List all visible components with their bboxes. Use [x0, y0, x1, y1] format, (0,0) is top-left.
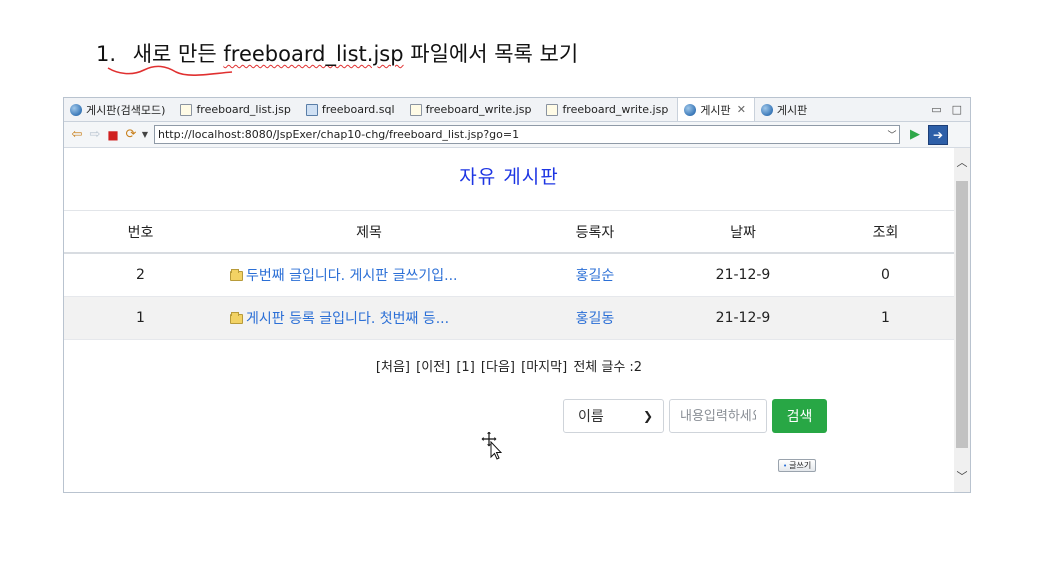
chevron-down-icon: ❯: [642, 409, 653, 423]
maximize-icon[interactable]: □: [952, 103, 962, 116]
tab-board-active[interactable]: 게시판 ✕: [677, 98, 755, 121]
write-post-button[interactable]: • 글쓰기: [778, 459, 817, 472]
table-header-row: 번호 제목 등록자 날짜 조회: [64, 211, 954, 254]
close-tab-icon[interactable]: ✕: [737, 103, 746, 116]
jsp-file-icon: [180, 103, 193, 116]
globe-icon: [70, 103, 82, 116]
url-text: http://localhost:8080/JspExer/chap10-chg…: [158, 128, 520, 141]
sql-file-icon: [305, 103, 318, 116]
url-field[interactable]: http://localhost:8080/JspExer/chap10-chg…: [154, 125, 900, 144]
tab-freeboard-write-jsp[interactable]: freeboard_write.jsp: [404, 98, 541, 121]
jsp-file-icon: [409, 103, 422, 116]
table-row: 2 두번째 글입니다. 게시판 글쓰기입... 홍길순 21-12-9 0: [64, 253, 954, 297]
refresh-icon[interactable]: ⟳: [122, 126, 140, 144]
scroll-down-icon[interactable]: ﹀: [954, 468, 970, 486]
pager-next[interactable]: [다음]: [481, 360, 515, 375]
tab-freeboard-write-jsp-2[interactable]: freeboard_write.jsp: [540, 98, 677, 121]
tab-label: freeboard_write.jsp: [562, 103, 669, 116]
go-play-icon[interactable]: ▶: [906, 127, 924, 142]
folder-icon: [230, 311, 243, 324]
post-number: 1: [64, 296, 217, 340]
tab-label: freeboard_list.jsp: [196, 103, 291, 116]
tab-label: 게시판: [700, 103, 731, 117]
editor-tab-bar: 게시판(검색모드) freeboard_list.jsp freeboard.s…: [64, 98, 970, 122]
heading-filename: freeboard_list.jsp: [223, 42, 404, 66]
scrollbar-thumb[interactable]: [956, 181, 968, 448]
page-title: 자유 게시판: [459, 166, 559, 188]
post-title-cell: 게시판 등록 글입니다. 첫번째 등...: [217, 296, 521, 340]
post-views: 0: [817, 253, 954, 297]
table-row: 1 게시판 등록 글입니다. 첫번째 등... 홍길동 21-12-9 1: [64, 296, 954, 340]
bullet-icon: •: [783, 461, 788, 470]
tab-label: freeboard.sql: [321, 103, 395, 116]
column-header-title: 제목: [217, 211, 521, 254]
tab-freeboard-sql[interactable]: freeboard.sql: [300, 98, 404, 121]
pager-first[interactable]: [처음]: [376, 360, 410, 375]
chevron-down-icon[interactable]: ▼: [140, 126, 150, 144]
post-date: 21-12-9: [669, 296, 817, 340]
search-input[interactable]: [669, 399, 767, 433]
post-title-link[interactable]: 두번째 글입니다. 게시판 글쓰기입...: [246, 268, 457, 284]
post-views: 1: [817, 296, 954, 340]
heading-text-after: 파일에서 목록 보기: [410, 42, 579, 66]
open-external-icon[interactable]: ➔: [928, 124, 948, 145]
author-link[interactable]: 홍길동: [576, 311, 615, 327]
column-header-views: 조회: [817, 211, 954, 254]
write-button-label: 글쓰기: [789, 461, 812, 470]
folder-icon: [230, 268, 243, 281]
url-dropdown-icon[interactable]: ﹀: [885, 128, 899, 141]
author-cell: 홍길동: [521, 296, 669, 340]
post-title-link[interactable]: 게시판 등록 글입니다. 첫번째 등...: [246, 311, 449, 327]
pager-page-1[interactable]: [1]: [456, 360, 474, 375]
pager-last[interactable]: [마지막]: [521, 360, 567, 375]
author-cell: 홍길순: [521, 253, 669, 297]
post-number: 2: [64, 253, 217, 297]
minimize-icon[interactable]: ▭: [931, 103, 941, 116]
column-header-date: 날짜: [669, 211, 817, 254]
column-header-author: 등록자: [521, 211, 669, 254]
globe-icon: [760, 103, 773, 116]
post-date: 21-12-9: [669, 253, 817, 297]
vertical-scrollbar[interactable]: ︿ ﹀: [954, 148, 970, 492]
tab-label: 게시판(검색모드): [86, 103, 166, 117]
board-table: 번호 제목 등록자 날짜 조회 2 두번째 글입니다. 게시판 글쓰기입... …: [64, 211, 954, 340]
eclipse-browser-window: 게시판(검색모드) freeboard_list.jsp freeboard.s…: [63, 97, 971, 493]
tab-board[interactable]: 게시판: [755, 98, 816, 121]
tab-search-mode-board[interactable]: 게시판(검색모드): [64, 98, 174, 121]
total-post-count: 전체 글수 :2: [573, 360, 643, 375]
pager-prev[interactable]: [이전]: [416, 360, 450, 375]
search-form: 이름 ❯ 검색: [563, 399, 827, 433]
column-header-number: 번호: [64, 211, 217, 254]
search-button[interactable]: 검색: [772, 399, 827, 433]
author-link[interactable]: 홍길순: [576, 268, 615, 284]
tab-label: freeboard_write.jsp: [425, 103, 532, 116]
globe-icon: [684, 103, 697, 116]
tab-label: 게시판: [776, 103, 808, 117]
forward-arrow-icon[interactable]: ⇨: [86, 126, 104, 144]
post-title-cell: 두번째 글입니다. 게시판 글쓰기입...: [217, 253, 521, 297]
tab-freeboard-list-jsp[interactable]: freeboard_list.jsp: [174, 98, 299, 121]
red-underline-annotation: [107, 65, 233, 76]
pagination: [처음] [이전] [1] [다음] [마지막] 전체 글수 :2: [64, 356, 954, 375]
select-value: 이름: [578, 409, 604, 425]
jsp-file-icon: [546, 103, 559, 116]
web-page-viewport: 자유 게시판 번호 제목 등록자 날짜 조회 2 두번째 글입니다. 게시판 글…: [64, 148, 954, 492]
move-cursor-icon: [480, 430, 502, 460]
back-arrow-icon[interactable]: ⇦: [68, 126, 86, 144]
scroll-up-icon[interactable]: ︿: [954, 154, 970, 172]
search-field-select[interactable]: 이름 ❯: [563, 399, 664, 433]
view-controls: ▭ □: [931, 98, 970, 121]
stop-icon[interactable]: ■: [104, 126, 122, 144]
browser-toolbar: ⇦ ⇨ ■ ⟳ ▼ http://localhost:8080/JspExer/…: [64, 122, 970, 148]
